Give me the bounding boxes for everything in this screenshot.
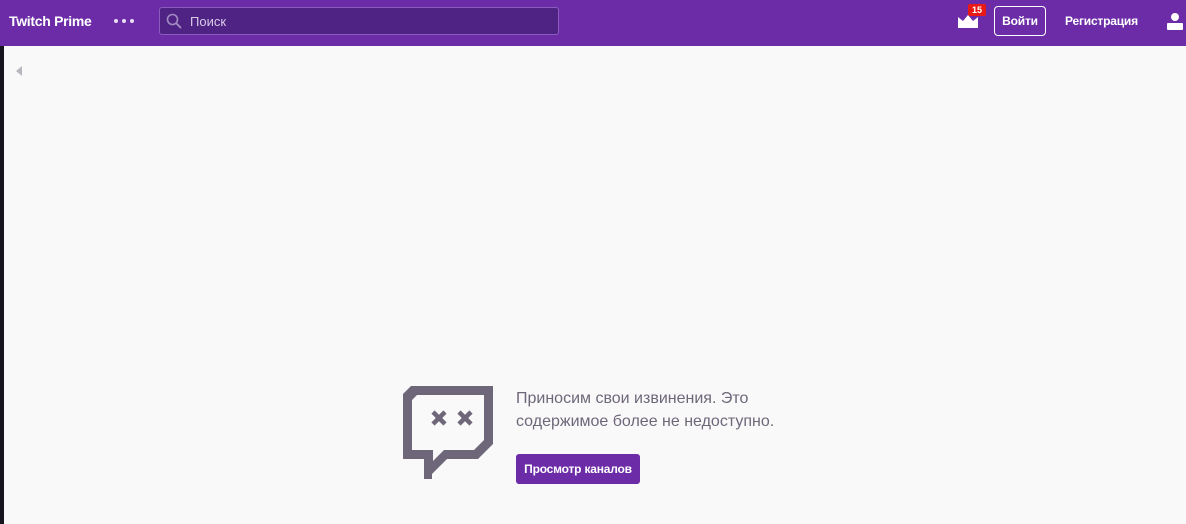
browse-channels-button[interactable]: Просмотр каналов bbox=[516, 454, 640, 484]
error-message-text: Приносим свои извинения. Это содержимое … bbox=[516, 390, 775, 430]
notification-badge: 15 bbox=[968, 4, 986, 16]
search-input[interactable] bbox=[190, 8, 550, 34]
search-icon bbox=[166, 13, 182, 29]
top-navigation-bar: Twitch Prime 15 Войти Регистрация bbox=[0, 0, 1186, 46]
more-menu-button[interactable] bbox=[114, 14, 134, 28]
left-sidebar-strip bbox=[0, 46, 4, 524]
glitch-dead-icon bbox=[403, 386, 493, 479]
more-dot bbox=[130, 19, 134, 23]
crown-icon[interactable] bbox=[958, 14, 978, 28]
search-box[interactable] bbox=[159, 7, 559, 35]
login-button[interactable]: Войти bbox=[994, 6, 1046, 36]
signup-button[interactable]: Регистрация bbox=[1065, 14, 1138, 28]
caret-left-icon[interactable] bbox=[14, 64, 24, 78]
twitch-prime-link[interactable]: Twitch Prime bbox=[9, 13, 92, 29]
user-icon[interactable] bbox=[1167, 12, 1183, 30]
more-dot bbox=[122, 19, 126, 23]
more-horizontal-icon bbox=[114, 19, 118, 23]
